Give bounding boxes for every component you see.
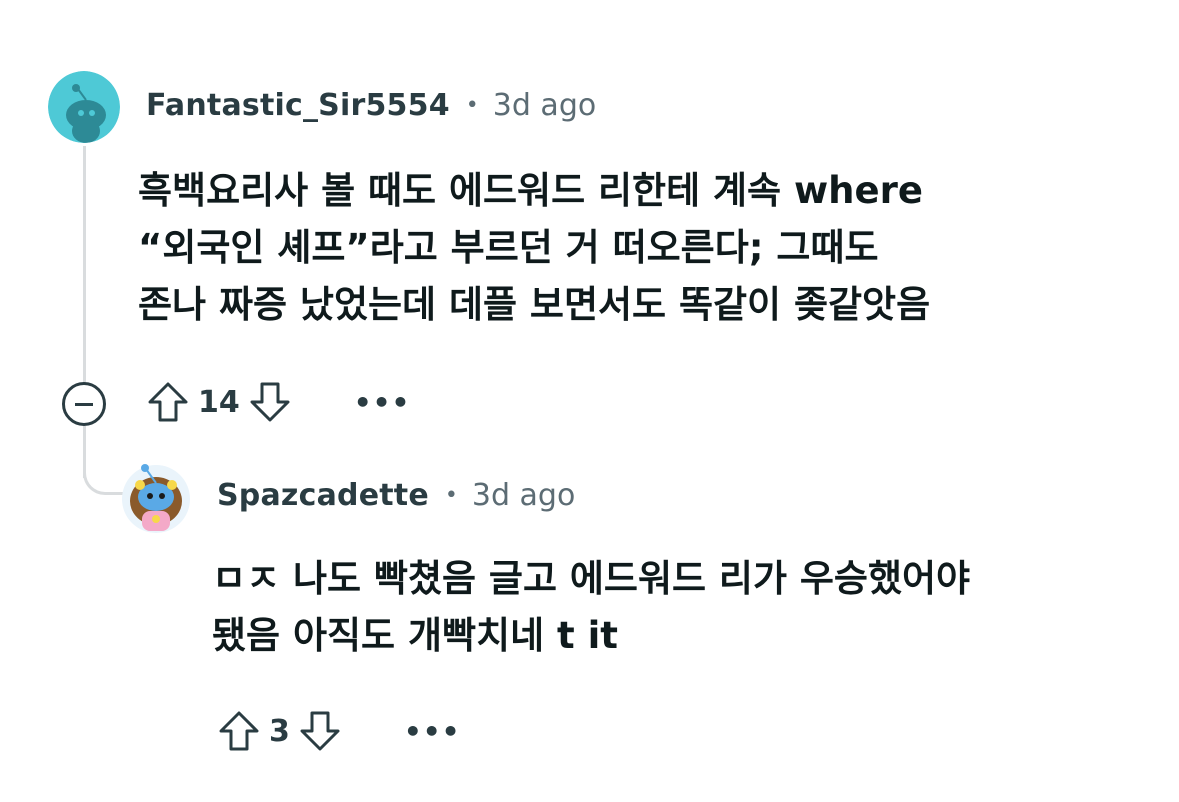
downvote-arrow-icon — [300, 711, 340, 751]
collapse-thread-button[interactable] — [62, 382, 106, 426]
comment-body: ㅁㅈ 나도 빡쳤음 글고 에드워드 리가 우승했어야 됐음 아직도 개빡치네 t… — [212, 550, 970, 664]
downvote-button[interactable] — [248, 380, 292, 424]
snoo-avatar-icon — [48, 71, 120, 143]
thread-line — [83, 146, 86, 384]
comment-line: 존나 짜증 났었는데 데플 보면서도 똑같이 좆같앗음 — [138, 283, 931, 326]
comment-actions: 3 ••• — [217, 709, 461, 753]
comment-line: 흑백요리사 볼 때도 에드워드 리한테 계속 where — [138, 169, 923, 212]
meta-separator: • — [444, 483, 458, 508]
timestamp: 3d ago — [492, 88, 597, 123]
upvote-button[interactable] — [146, 380, 190, 424]
avatar[interactable] — [120, 461, 192, 533]
meta-separator: • — [465, 93, 479, 118]
author-name[interactable]: Fantastic_Sir5554 — [146, 88, 450, 123]
more-options-button[interactable]: ••• — [404, 715, 461, 748]
reply-connector — [83, 440, 123, 495]
vote-score: 14 — [198, 384, 240, 420]
avatar[interactable] — [48, 71, 120, 143]
comment-body: 흑백요리사 볼 때도 에드워드 리한테 계속 where “외국인 셰프”라고 … — [138, 162, 930, 333]
comment-meta: Spazcadette • 3d ago — [217, 478, 575, 513]
comment-line: “외국인 셰프”라고 부르던 거 떠오른다; 그때도 — [138, 226, 879, 269]
upvote-button[interactable] — [217, 709, 261, 753]
author-name[interactable]: Spazcadette — [217, 478, 429, 513]
more-options-button[interactable]: ••• — [354, 386, 411, 419]
upvote-arrow-icon — [219, 711, 259, 751]
upvote-arrow-icon — [148, 382, 188, 422]
comment-line: ㅁㅈ 나도 빡쳤음 글고 에드워드 리가 우승했어야 — [212, 557, 971, 600]
downvote-button[interactable] — [298, 709, 342, 753]
minus-icon — [75, 402, 93, 406]
downvote-arrow-icon — [250, 382, 290, 422]
timestamp: 3d ago — [471, 478, 576, 513]
comment-actions: 14 ••• — [146, 380, 410, 424]
comment-line: 됐음 아직도 개빡치네 t it — [212, 614, 618, 657]
snoo-avatar-icon — [122, 464, 190, 533]
comment-meta: Fantastic_Sir5554 • 3d ago — [146, 88, 596, 123]
vote-score: 3 — [269, 713, 290, 749]
